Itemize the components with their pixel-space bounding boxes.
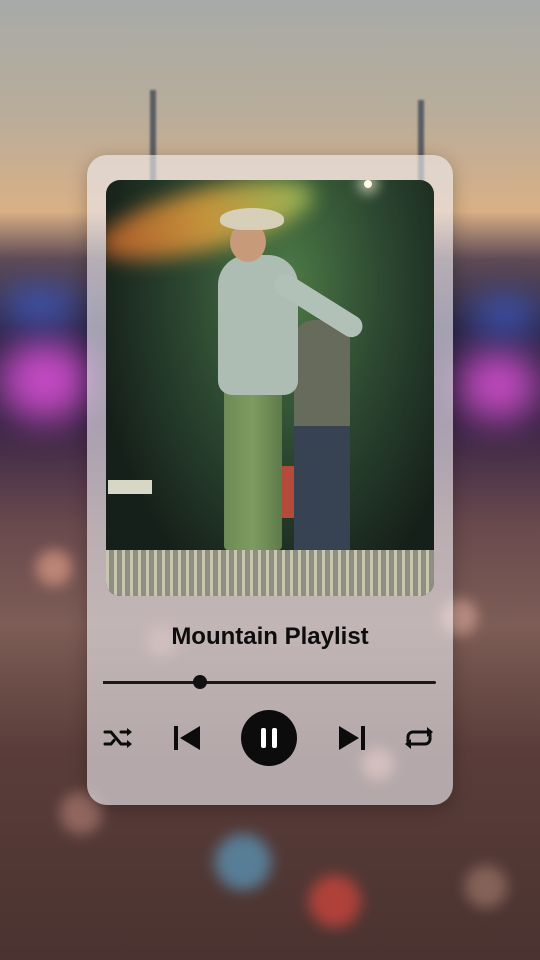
skip-next-icon bbox=[339, 726, 365, 750]
pause-button[interactable] bbox=[241, 710, 297, 766]
shuffle-button[interactable] bbox=[99, 710, 139, 766]
stage-floor bbox=[106, 550, 434, 596]
progress-bar[interactable] bbox=[103, 675, 436, 689]
stage-spotlight bbox=[364, 180, 372, 188]
performer-legs bbox=[224, 380, 282, 550]
previous-button[interactable] bbox=[167, 710, 207, 766]
music-player-card: Mountain Playlist bbox=[87, 155, 453, 805]
shuffle-icon bbox=[103, 728, 132, 748]
pause-icon bbox=[261, 728, 277, 748]
stage-sign bbox=[108, 480, 152, 494]
progress-fill bbox=[103, 681, 200, 684]
background-performer bbox=[294, 320, 350, 556]
background-light bbox=[0, 340, 90, 420]
background-light bbox=[0, 290, 80, 320]
track-title: Mountain Playlist bbox=[171, 623, 369, 650]
background-light bbox=[458, 350, 538, 420]
performer-hat bbox=[220, 208, 284, 230]
repeat-button[interactable] bbox=[399, 710, 439, 766]
repeat-icon bbox=[405, 727, 433, 749]
playback-controls bbox=[87, 710, 453, 766]
progress-handle[interactable] bbox=[192, 675, 207, 689]
background-light bbox=[470, 300, 540, 330]
skip-previous-icon bbox=[174, 726, 200, 750]
next-button[interactable] bbox=[332, 710, 372, 766]
album-art bbox=[106, 180, 434, 596]
stage-light-beam bbox=[106, 180, 320, 276]
